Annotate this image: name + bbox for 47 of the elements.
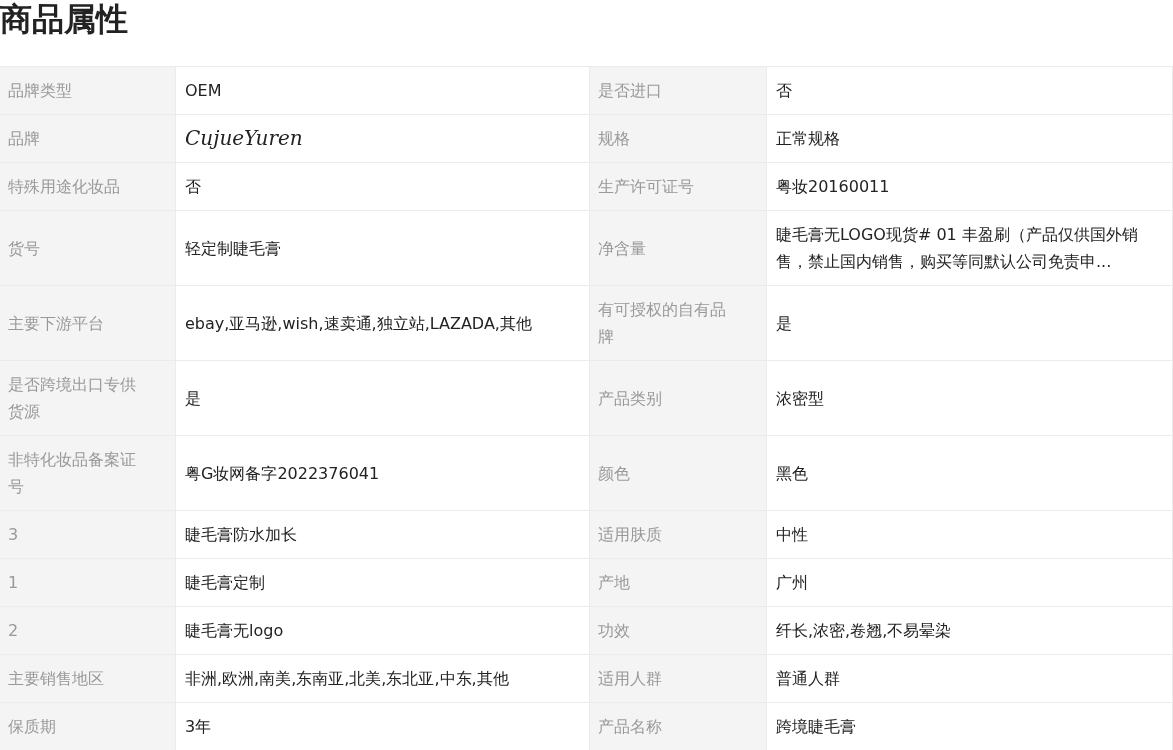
attribute-label: 适用肤质 — [590, 511, 767, 559]
attribute-value: 非洲,欧洲,南美,东南亚,北美,东北亚,中东,其他 — [176, 655, 590, 703]
attribute-value: 普通人群 — [767, 655, 1173, 703]
attribute-value: ebay,亚马逊,wish,速卖通,独立站,LAZADA,其他 — [176, 286, 590, 361]
attribute-label: 是否进口 — [590, 67, 767, 115]
attribute-value: CujueYuren — [176, 115, 590, 163]
attribute-label: 有可授权的自有品牌 — [590, 286, 767, 361]
attribute-label: 颜色 — [590, 436, 767, 511]
attribute-value: 否 — [767, 67, 1173, 115]
attribute-value: 否 — [176, 163, 590, 211]
attribute-value: 广州 — [767, 559, 1173, 607]
attribute-label: 品牌 — [0, 115, 176, 163]
attribute-label: 品牌类型 — [0, 67, 176, 115]
attribute-value: 睫毛膏无logo — [176, 607, 590, 655]
attribute-label: 是否跨境出口专供货源 — [0, 361, 176, 436]
attribute-value: 睫毛膏防水加长 — [176, 511, 590, 559]
attribute-value: 浓密型 — [767, 361, 1173, 436]
attribute-value: 是 — [767, 286, 1173, 361]
attribute-label: 功效 — [590, 607, 767, 655]
attribute-label: 特殊用途化妆品 — [0, 163, 176, 211]
attribute-label: 规格 — [590, 115, 767, 163]
attribute-value: 睫毛膏无LOGO现货# 01 丰盈刷（产品仅供国外销售，禁止国内销售，购买等同默认公司免责申... — [767, 211, 1173, 286]
attribute-value: 粤妆20160011 — [767, 163, 1173, 211]
attribute-label: 1 — [0, 559, 176, 607]
attribute-label: 产品类别 — [590, 361, 767, 436]
attribute-label: 货号 — [0, 211, 176, 286]
attribute-value: 中性 — [767, 511, 1173, 559]
attribute-value: 睫毛膏定制 — [176, 559, 590, 607]
attribute-label: 保质期 — [0, 703, 176, 750]
attribute-label: 主要下游平台 — [0, 286, 176, 361]
attribute-label: 产地 — [590, 559, 767, 607]
attribute-label: 2 — [0, 607, 176, 655]
page-title: 商品属性 — [0, 0, 129, 38]
attribute-value: 纤长,浓密,卷翘,不易晕染 — [767, 607, 1173, 655]
attribute-value: 轻定制睫毛膏 — [176, 211, 590, 286]
attribute-label: 非特化妆品备案证号 — [0, 436, 176, 511]
attribute-value: 黑色 — [767, 436, 1173, 511]
attribute-value: 粤G妆网备字2022376041 — [176, 436, 590, 511]
attribute-label: 产品名称 — [590, 703, 767, 750]
attribute-label: 主要销售地区 — [0, 655, 176, 703]
attribute-value: 是 — [176, 361, 590, 436]
attribute-value: 正常规格 — [767, 115, 1173, 163]
attribute-label: 适用人群 — [590, 655, 767, 703]
attribute-label: 3 — [0, 511, 176, 559]
attribute-label: 净含量 — [590, 211, 767, 286]
attribute-value: OEM — [176, 67, 590, 115]
attribute-label: 生产许可证号 — [590, 163, 767, 211]
